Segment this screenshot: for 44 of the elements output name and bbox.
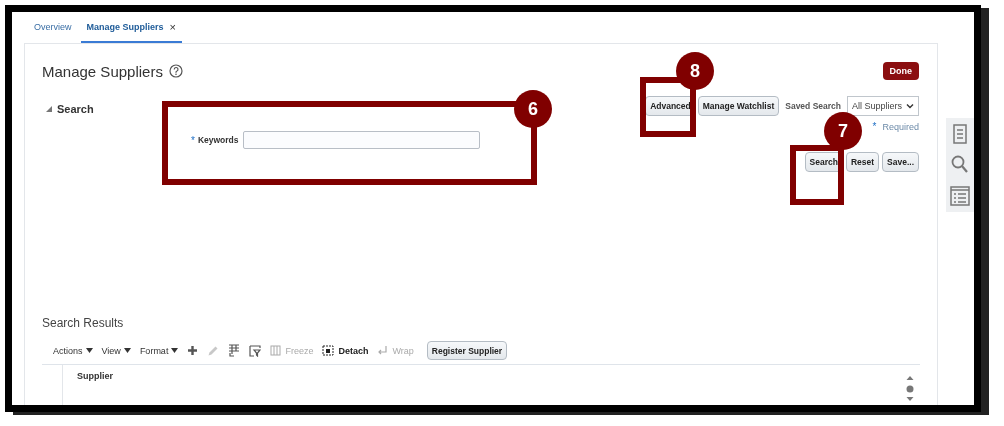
filter-icon[interactable] (249, 344, 262, 357)
plus-icon[interactable] (187, 345, 199, 356)
list-icon[interactable] (950, 186, 970, 207)
required-mark: * (191, 134, 195, 146)
search-button[interactable]: Save... (882, 152, 920, 172)
caret-icon[interactable] (123, 348, 131, 353)
caret-icon[interactable] (85, 348, 93, 353)
wrap-icon (377, 345, 389, 356)
columns-icon[interactable] (228, 344, 241, 357)
field-label: Saved Search (785, 101, 841, 111)
caret-icon[interactable] (171, 348, 179, 353)
chevron-down-icon[interactable] (906, 103, 915, 109)
keywords-field[interactable] (242, 131, 480, 149)
column-header[interactable]: Supplier (77, 371, 113, 381)
required-mark: * (872, 121, 877, 132)
document-icon[interactable] (952, 123, 968, 144)
done-button[interactable]: Done (882, 62, 920, 80)
search-button[interactable]: Reset (845, 152, 880, 172)
tool-label: Wrap (392, 345, 414, 356)
required-note: Required (882, 121, 920, 132)
tool-label: Detach (338, 345, 369, 356)
tool-label: Freeze (285, 345, 314, 356)
freeze-icon (270, 345, 282, 356)
section-heading: Search (57, 103, 94, 115)
toolbar-button[interactable]: Manage Watchlist (697, 96, 780, 116)
detach-tool[interactable]: Detach (322, 345, 369, 356)
help-icon[interactable] (168, 64, 183, 78)
page-title: Manage Suppliers (42, 62, 163, 80)
close-icon[interactable]: × (169, 20, 176, 33)
step-number: 6 (514, 90, 552, 128)
saved-search-dropdown[interactable]: All Suppliers (847, 96, 920, 116)
menu[interactable]: Format (139, 345, 179, 356)
register-supplier-button[interactable]: Register Supplier (426, 341, 508, 360)
step-number: 8 (676, 52, 714, 90)
tab[interactable]: Overview (28, 12, 78, 43)
tab[interactable]: Manage Suppliers × (80, 12, 182, 43)
step-number: 7 (824, 112, 862, 150)
menu[interactable]: View (101, 345, 131, 356)
menu[interactable]: Actions (53, 345, 93, 356)
detach-icon (322, 345, 335, 356)
collapse-icon[interactable] (46, 106, 52, 112)
section-title: Search Results (42, 316, 125, 330)
search-icon[interactable] (951, 155, 969, 175)
field-label: Keywords (197, 135, 239, 145)
